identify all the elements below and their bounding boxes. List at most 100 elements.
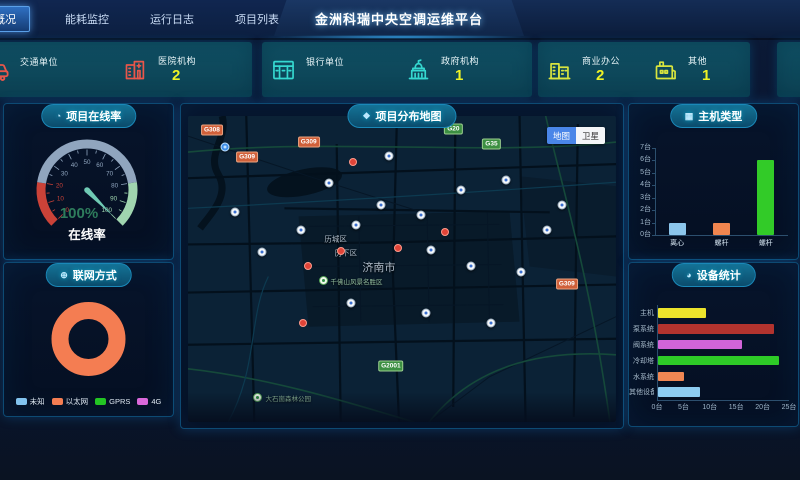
bar	[658, 372, 684, 382]
y-tick-label: 3台	[629, 194, 651, 202]
map-poi-marker[interactable]	[502, 176, 511, 185]
hospital-icon	[122, 56, 149, 83]
stat-value: 2	[582, 67, 620, 84]
map-poi-marker[interactable]	[517, 268, 526, 277]
gauge-tick-label: 30	[61, 171, 69, 178]
gauge-tick	[54, 166, 59, 170]
map-poi-marker[interactable]	[258, 248, 267, 257]
network-icon: ⊕	[60, 270, 68, 281]
panel-header: ⊕ 联网方式	[45, 263, 132, 287]
gauge-tick-label: 20	[56, 183, 64, 190]
y-tick	[652, 223, 655, 224]
gauge-band	[41, 183, 54, 223]
project-marker[interactable]	[349, 158, 357, 166]
map-mode-button[interactable]: 地图	[547, 127, 576, 144]
stat-value: 1	[441, 67, 479, 84]
pie-icon: ◕	[686, 270, 691, 280]
panel-title: 联网方式	[73, 267, 117, 283]
park-icon	[319, 276, 328, 285]
legend-swatch	[16, 398, 27, 405]
map-poi-marker[interactable]	[467, 261, 476, 270]
donut-ring	[60, 311, 117, 368]
x-tick-label: 5台	[671, 404, 695, 412]
stat-value: 2	[158, 67, 196, 84]
map-poi-marker[interactable]	[427, 246, 436, 255]
legend-item[interactable]: 未知	[16, 396, 45, 407]
project-marker[interactable]	[337, 247, 345, 255]
road-badge: G309	[556, 278, 578, 289]
y-axis	[655, 148, 656, 235]
row-label: 阀系统	[629, 341, 654, 350]
map-poi-marker[interactable]	[457, 186, 466, 195]
map-park-marker[interactable]: 大石崮森林公园	[253, 393, 311, 403]
map-poi-marker[interactable]	[421, 308, 430, 317]
map-poi-marker[interactable]	[487, 318, 496, 327]
map-poi-marker[interactable]	[221, 143, 230, 152]
stat-other: 其他 1	[644, 54, 750, 84]
panel-host-type: ▦ 主机类型 0台1台2台3台4台5台6台7台离心螺杆螺杆	[628, 103, 799, 260]
tab-energy-monitor[interactable]: 能耗监控	[59, 6, 115, 32]
map-poi-marker[interactable]	[542, 226, 551, 235]
gauge-tick-label: 50	[83, 159, 91, 166]
donut-legend: 未知 以太网 GPRS 4G	[4, 396, 173, 407]
panel-header: ◔ 项目在线率	[41, 104, 136, 128]
legend-item[interactable]: 以太网	[52, 396, 89, 407]
panel-header: ◕ 设备统计	[671, 263, 755, 287]
bar	[658, 387, 700, 397]
map-park-marker[interactable]: 千佛山风景名胜区	[319, 276, 383, 286]
gauge-tick	[120, 201, 126, 203]
x-axis	[655, 235, 788, 236]
platform-title-block: 金洲科瑞中央空调运维平台	[274, 0, 524, 36]
project-marker[interactable]	[299, 319, 307, 327]
map-poi-marker[interactable]	[385, 151, 394, 160]
y-tick-label: 1台	[629, 219, 651, 227]
road-badge: G2001	[378, 360, 404, 371]
stat-label: 其他	[688, 54, 710, 67]
legend-swatch	[137, 398, 148, 405]
legend-label: 未知	[30, 396, 45, 407]
tab-run-log[interactable]: 运行日志	[144, 6, 200, 32]
bar	[658, 324, 774, 334]
stat-transport: 交通单位	[0, 55, 114, 85]
project-marker[interactable]	[441, 228, 449, 236]
park-label: 大石崮森林公园	[265, 393, 311, 403]
map-poi-marker[interactable]	[557, 201, 566, 210]
map-poi-marker[interactable]	[417, 211, 426, 220]
gauge-tick-label: 10	[57, 196, 65, 203]
legend-item[interactable]: 4G	[137, 396, 161, 407]
y-tick-label: 2台	[629, 206, 651, 214]
map-poi-marker[interactable]	[325, 179, 334, 188]
map-poi-marker[interactable]	[296, 226, 305, 235]
map-poi-marker[interactable]	[351, 221, 360, 230]
office-icon	[546, 56, 573, 83]
row-label: 冷却塔	[629, 357, 654, 366]
gauge-tick-label: 60	[96, 162, 104, 169]
legend-label: 以太网	[66, 396, 89, 407]
satellite-mode-button[interactable]: 卫星	[576, 127, 605, 144]
park-label: 千佛山风景名胜区	[331, 276, 383, 286]
title-glow-line	[268, 35, 530, 39]
panel-title: 主机类型	[698, 108, 742, 124]
project-marker[interactable]	[394, 244, 402, 252]
road-badge: G35	[482, 139, 500, 150]
map-canvas[interactable]: G308G309G309G309G20G35G2001济南市历下区历城区千佛山风…	[188, 116, 616, 422]
gauge-tick	[61, 159, 63, 161]
map-poi-marker[interactable]	[231, 208, 240, 217]
y-tick	[652, 173, 655, 174]
gauge-needle-cap	[84, 187, 90, 193]
map-poi-marker[interactable]	[377, 201, 386, 210]
y-tick	[652, 210, 655, 211]
project-marker[interactable]	[304, 262, 312, 270]
x-tick-label: 15台	[724, 404, 748, 412]
gauge-band	[120, 183, 133, 223]
tab-overview[interactable]: 概况	[0, 6, 30, 32]
map-poi-marker[interactable]	[346, 298, 355, 307]
gauge-tick	[69, 154, 72, 159]
x-tick-label: 10台	[698, 404, 722, 412]
bar	[658, 356, 779, 366]
tab-project-list[interactable]: 项目列表	[229, 6, 285, 32]
bar	[669, 223, 686, 235]
x-category-label: 螺杆	[699, 239, 743, 248]
road-badge: G309	[298, 137, 320, 148]
legend-item[interactable]: GPRS	[95, 396, 130, 407]
